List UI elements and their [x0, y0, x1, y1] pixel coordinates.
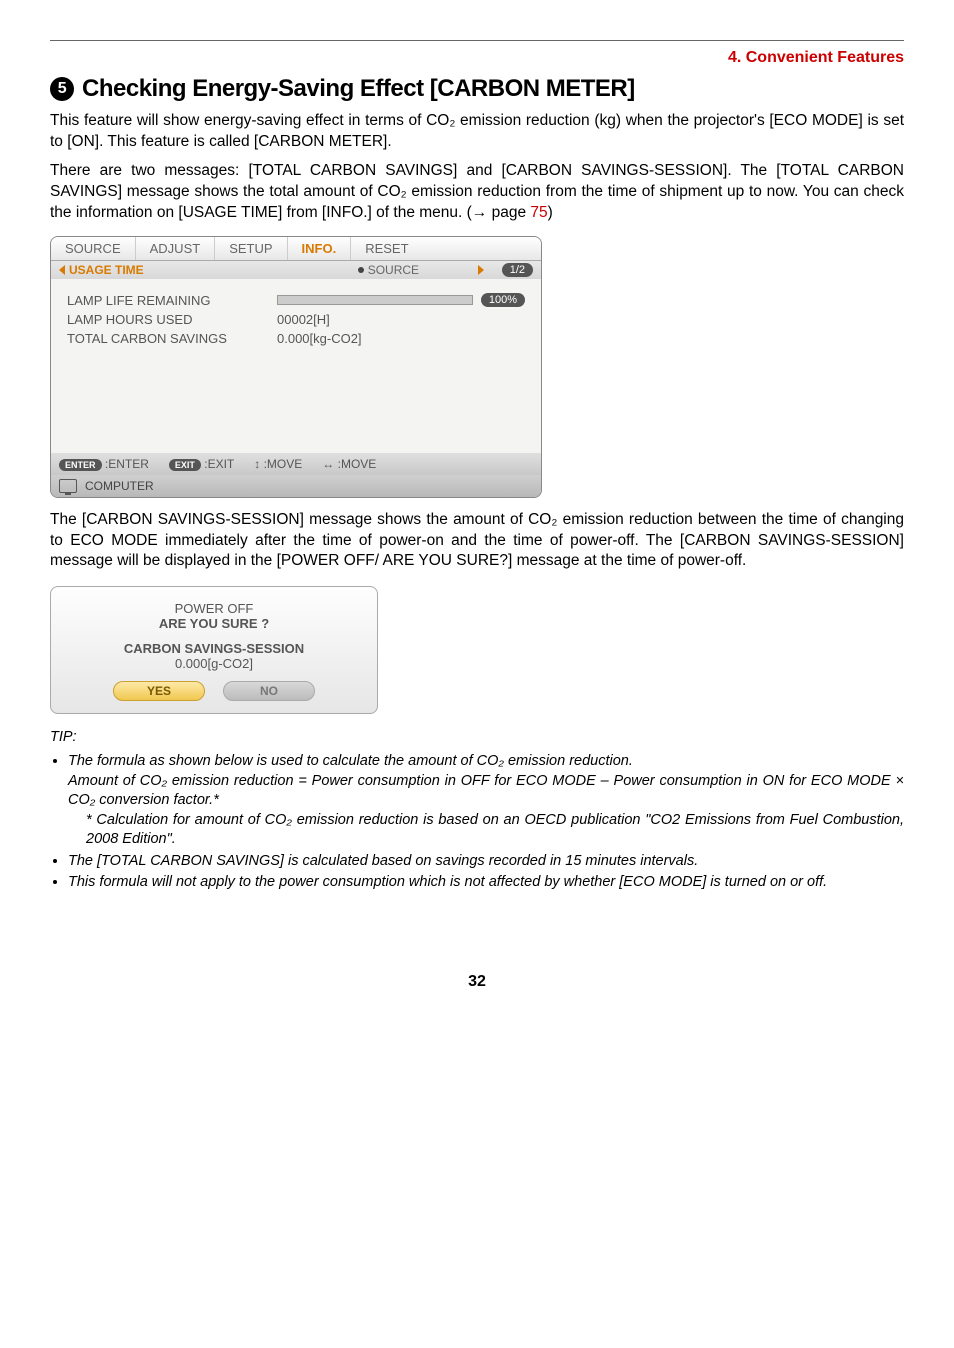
paragraph-3: The [CARBON SAVINGS-SESSION] message sho… [50, 510, 904, 573]
exit-label: :EXIT [204, 457, 234, 471]
page-number: 32 [50, 973, 904, 991]
tip-heading: TIP: [50, 728, 904, 748]
row-carbon-savings: TOTAL CARBON SAVINGS 0.000[kg-CO2] [67, 331, 525, 346]
tip-b1a: Amount of CO₂ emission reduction = Power… [68, 772, 904, 811]
label-lamp-life: LAMP LIFE REMAINING [67, 293, 277, 308]
tab-reset[interactable]: RESET [351, 237, 422, 260]
page-indicator: 1/2 [502, 263, 533, 277]
osd-footer-1: ENTER :ENTER EXIT :EXIT ↕ :MOVE ↔ :MOVE [51, 453, 541, 475]
title-text: Checking Energy-Saving Effect [CARBON ME… [82, 75, 635, 103]
chevron-right-icon[interactable] [478, 265, 484, 275]
subtab-source[interactable]: SOURCE [358, 263, 478, 277]
osd-tabs: SOURCE ADJUST SETUP INFO. RESET [51, 237, 541, 261]
tip-b1b: * Calculation for amount of CO₂ emission… [86, 811, 904, 850]
exit-pill-icon: EXIT [169, 459, 201, 471]
tip-block: TIP: The formula as shown below is used … [50, 728, 904, 893]
subtab-usage-time[interactable]: USAGE TIME [59, 263, 358, 277]
row-lamp-life: LAMP LIFE REMAINING 100% [67, 293, 525, 308]
value-lamp-hours: 00002[H] [277, 312, 525, 327]
section-header: 4. Convenient Features [50, 49, 904, 67]
enter-label: :ENTER [105, 457, 149, 471]
monitor-icon [59, 479, 77, 493]
progress-bar [277, 295, 473, 305]
tip-bullet-2: The [TOTAL CARBON SAVINGS] is calculated… [68, 852, 904, 872]
subtab-active-label: USAGE TIME [69, 263, 144, 277]
footer-move-2: ↔ :MOVE [322, 457, 376, 471]
tab-info[interactable]: INFO. [288, 237, 352, 260]
dialog-line-2: ARE YOU SURE ? [69, 616, 359, 631]
osd-body: LAMP LIFE REMAINING 100% LAMP HOURS USED… [51, 279, 541, 453]
osd-menu: SOURCE ADJUST SETUP INFO. RESET USAGE TI… [50, 236, 542, 498]
step-number-icon: 5 [50, 77, 74, 101]
footer-move-1: ↕ :MOVE [254, 457, 302, 471]
chevron-left-icon[interactable] [59, 265, 65, 275]
dialog-buttons: YES NO [69, 681, 359, 701]
tip-bullet-3: This formula will not apply to the power… [68, 873, 904, 893]
progress-badge: 100% [481, 293, 525, 307]
subtab-next-label: SOURCE [368, 263, 419, 277]
page-title: 5 Checking Energy-Saving Effect [CARBON … [50, 75, 904, 103]
dot-icon [358, 267, 364, 273]
label-lamp-hours: LAMP HOURS USED [67, 312, 277, 327]
para2-text-a: There are two messages: [TOTAL CARBON SA… [50, 162, 904, 221]
header-rule: 4. Convenient Features [50, 40, 904, 67]
dialog-line-1: POWER OFF [69, 601, 359, 616]
intro-paragraph-2: There are two messages: [TOTAL CARBON SA… [50, 161, 904, 224]
osd-footer-2: COMPUTER [51, 475, 541, 497]
dialog-line-3: CARBON SAVINGS-SESSION [69, 641, 359, 656]
power-off-dialog: POWER OFF ARE YOU SURE ? CARBON SAVINGS-… [50, 586, 378, 714]
tab-setup[interactable]: SETUP [215, 237, 287, 260]
row-lamp-hours: LAMP HOURS USED 00002[H] [67, 312, 525, 327]
enter-pill-icon: ENTER [59, 459, 102, 471]
value-carbon-savings: 0.000[kg-CO2] [277, 331, 525, 346]
footer-enter: ENTER :ENTER [59, 457, 149, 471]
para2-text-b: ) [548, 204, 553, 221]
footer-exit: EXIT :EXIT [169, 457, 234, 471]
intro-paragraph-1: This feature will show energy-saving eff… [50, 111, 904, 153]
no-button[interactable]: NO [223, 681, 315, 701]
tip-bullet-1: The formula as shown below is used to ca… [68, 752, 904, 850]
label-carbon-savings: TOTAL CARBON SAVINGS [67, 331, 277, 346]
page-reference-link[interactable]: 75 [530, 204, 547, 221]
footer-source-label: COMPUTER [85, 479, 154, 493]
tip-b1-text: The formula as shown below is used to ca… [68, 753, 633, 769]
osd-subtabs: USAGE TIME SOURCE 1/2 [51, 261, 541, 279]
yes-button[interactable]: YES [113, 681, 205, 701]
tab-adjust[interactable]: ADJUST [136, 237, 216, 260]
tab-source[interactable]: SOURCE [51, 237, 136, 260]
dialog-line-4: 0.000[g-CO2] [69, 656, 359, 671]
